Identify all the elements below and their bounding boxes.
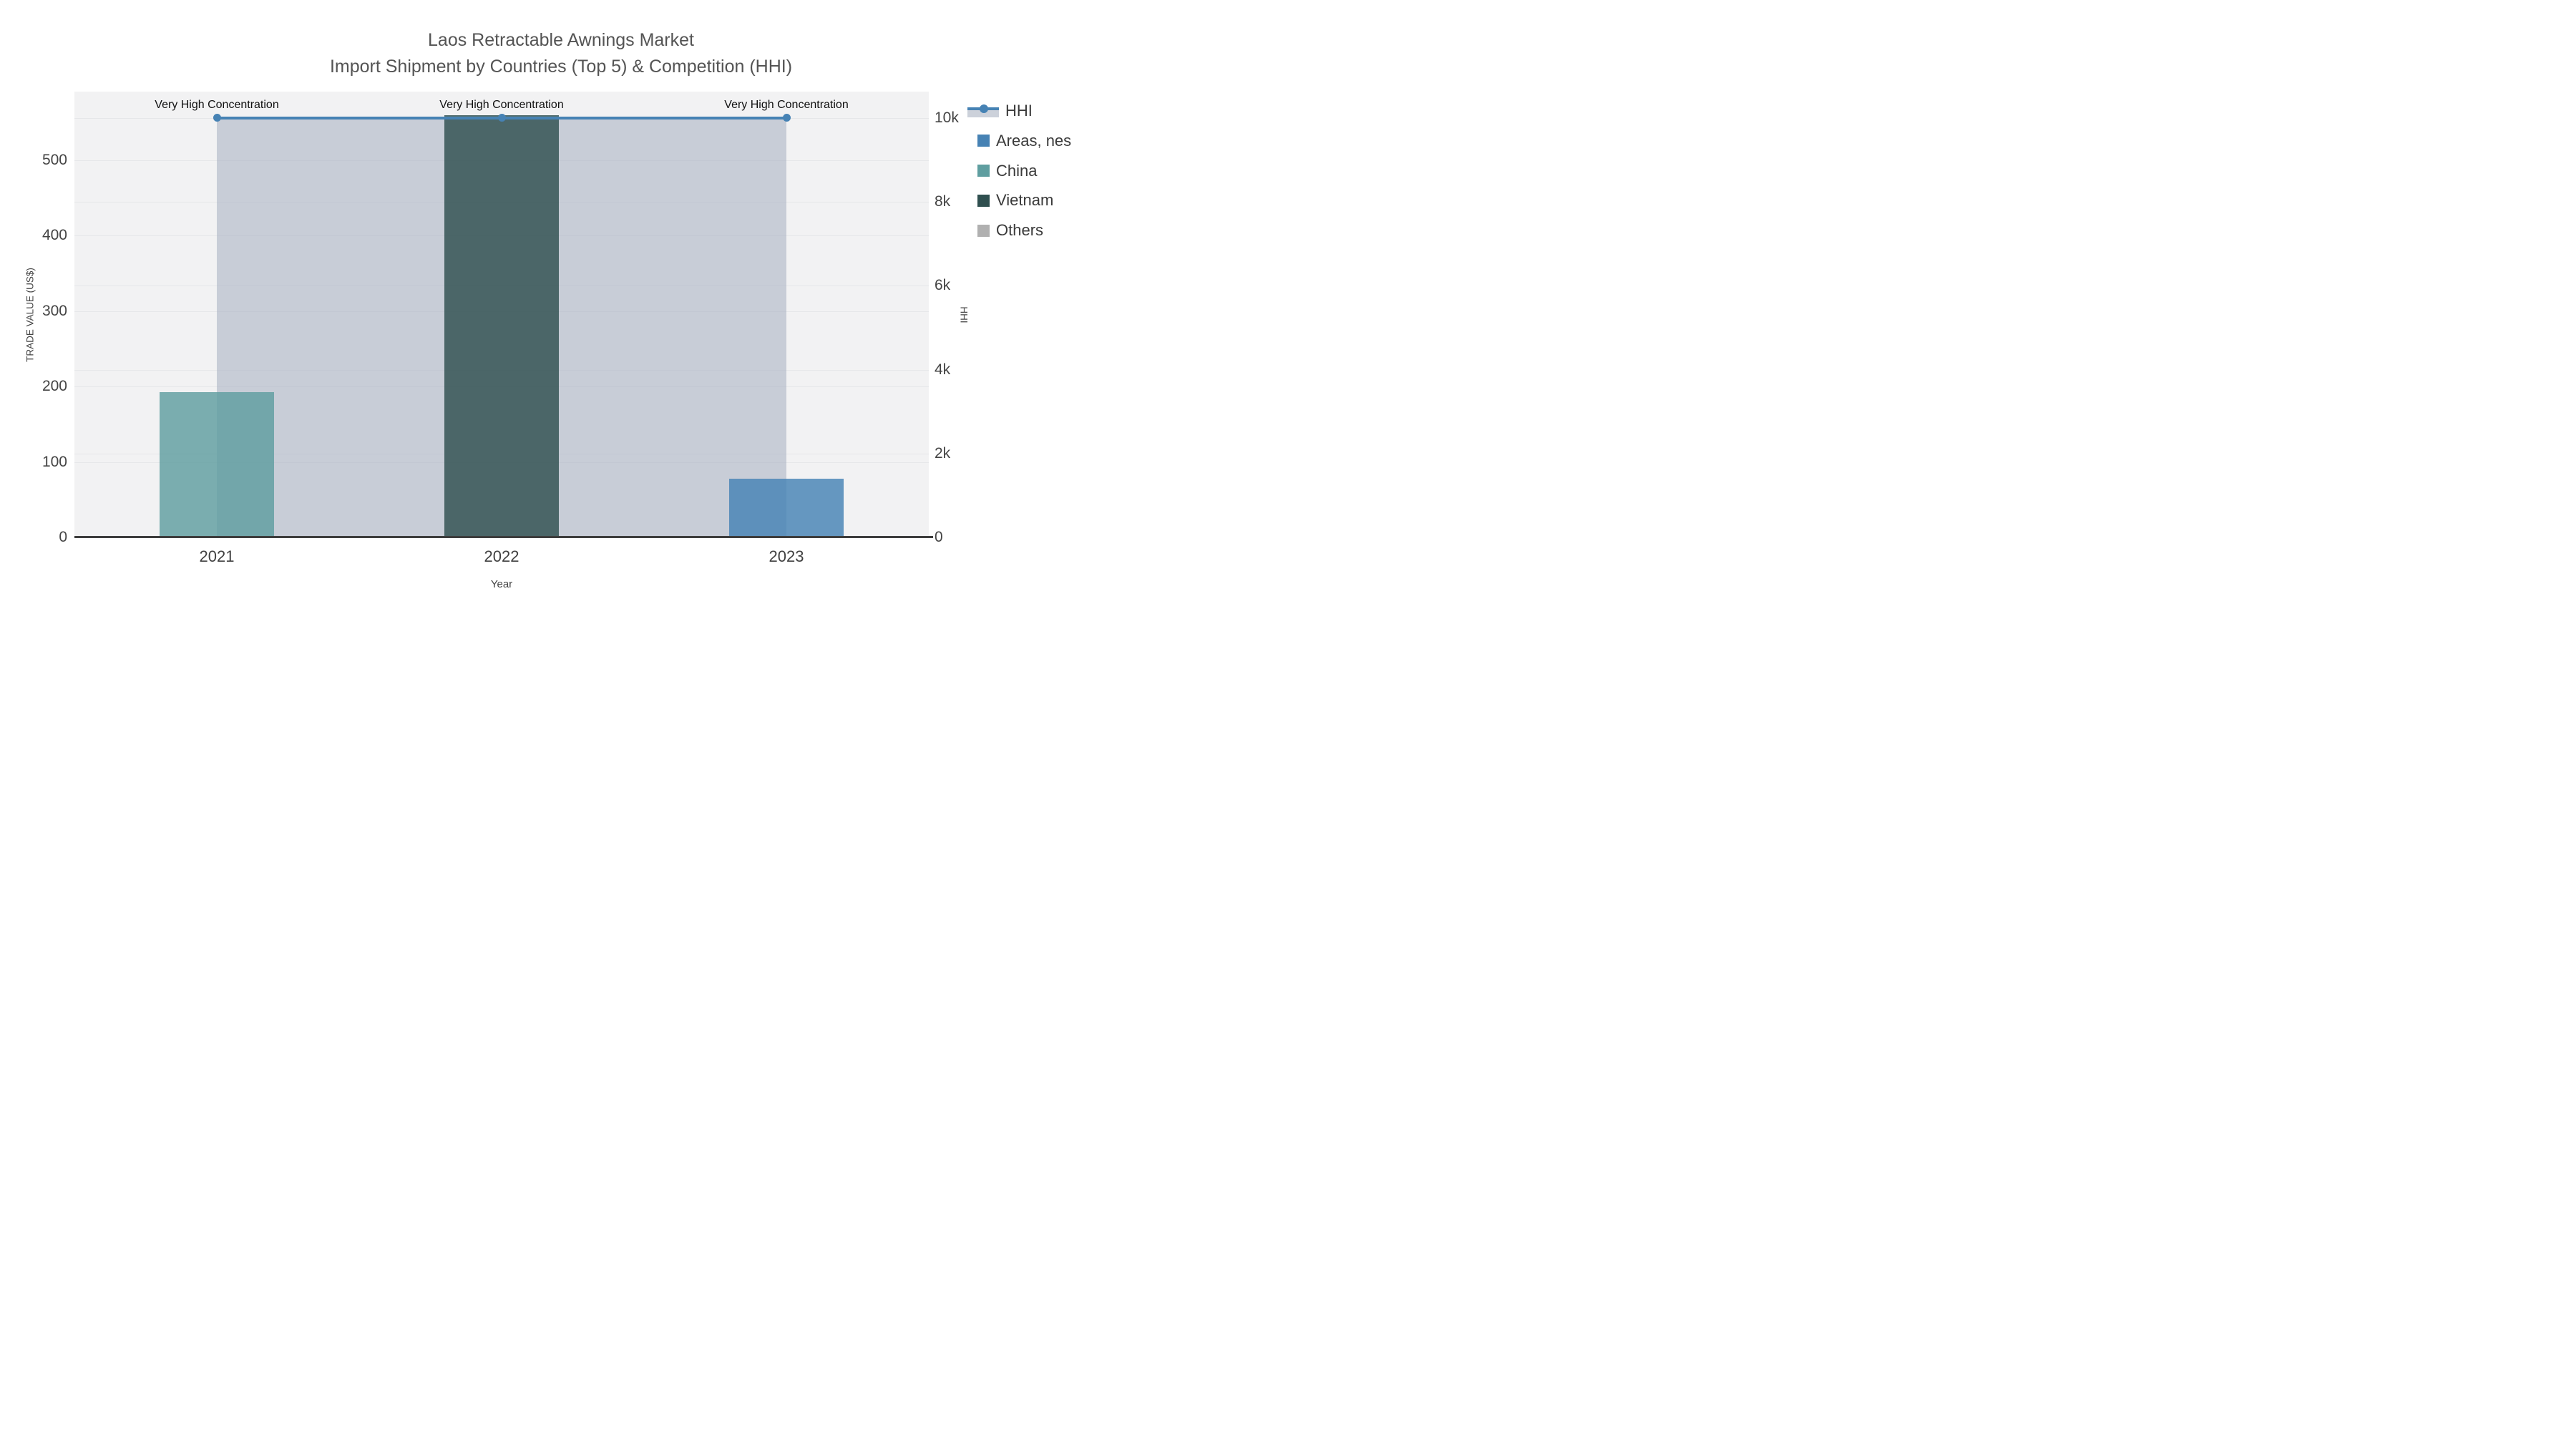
legend-item-vietnam[interactable]: Vietnam	[967, 188, 1053, 213]
legend-label: Vietnam	[996, 191, 1054, 210]
right-axis-tick-label: 6k	[935, 277, 951, 294]
right-axis-tick-label: 8k	[935, 193, 951, 210]
left-axis-tick-label: 500	[42, 151, 67, 168]
x-axis-line	[74, 536, 933, 538]
left-axis-tick-label: 400	[42, 227, 67, 244]
legend-item-others[interactable]: Others	[967, 218, 1043, 243]
left-axis-tick-label: 100	[42, 453, 67, 470]
x-axis-tick-label-2021: 2021	[199, 547, 235, 565]
hhi-line-marker	[782, 114, 791, 122]
legend-swatch	[977, 165, 990, 177]
annotation-concentration: Very High Concentration	[439, 99, 564, 111]
hhi-line-marker	[213, 114, 221, 122]
right-axis-tick-label: 0	[935, 529, 943, 545]
bar-vietnam	[444, 114, 559, 537]
left-axis-tick-label: 200	[42, 378, 67, 395]
right-axis-tick-label: 4k	[935, 361, 951, 378]
legend-swatch	[977, 194, 990, 207]
x-axis-tick-label-2022: 2022	[484, 547, 519, 565]
legend-item-areas-nes[interactable]: Areas, nes	[967, 129, 1071, 153]
legend-swatch	[977, 135, 990, 147]
plot-area: Very High Concentration Very High Concent…	[74, 92, 933, 538]
legend-label: Others	[996, 221, 1044, 240]
chart-title: Laos Retractable Awnings Market Import S…	[0, 27, 1122, 80]
legend-item-hhi[interactable]: HHI	[967, 99, 1033, 123]
chart-title-line2: Import Shipment by Countries (Top 5) & C…	[329, 57, 793, 77]
left-axis-title: TRADE VALUE (US$)	[24, 268, 36, 362]
x-axis-title: Year	[490, 578, 513, 590]
legend-label-hhi: HHI	[1005, 102, 1033, 119]
hhi-line-marker	[497, 114, 506, 122]
bar-china	[160, 391, 274, 537]
annotation-concentration: Very High Concentration	[724, 99, 849, 111]
right-axis-title: HHI	[958, 306, 970, 323]
right-axis-tick-label: 10k	[935, 109, 959, 126]
legend-label: China	[996, 161, 1038, 180]
legend-label: Areas, nes	[996, 131, 1072, 150]
legend-swatch	[977, 224, 990, 237]
x-axis-tick-label-2023: 2023	[769, 547, 804, 565]
right-axis-tick-label: 2k	[935, 444, 951, 462]
legend-item-china[interactable]: China	[967, 159, 1037, 183]
hhi-line-legend-symbol	[967, 104, 999, 118]
chart-title-line1: Laos Retractable Awnings Market	[428, 30, 694, 50]
annotation-concentration: Very High Concentration	[155, 99, 279, 111]
left-axis-tick-label: 0	[59, 529, 67, 545]
bar-areas-nes	[729, 478, 844, 537]
figure-laos-awnings-chart: Laos Retractable Awnings Market Import S…	[0, 0, 1122, 631]
